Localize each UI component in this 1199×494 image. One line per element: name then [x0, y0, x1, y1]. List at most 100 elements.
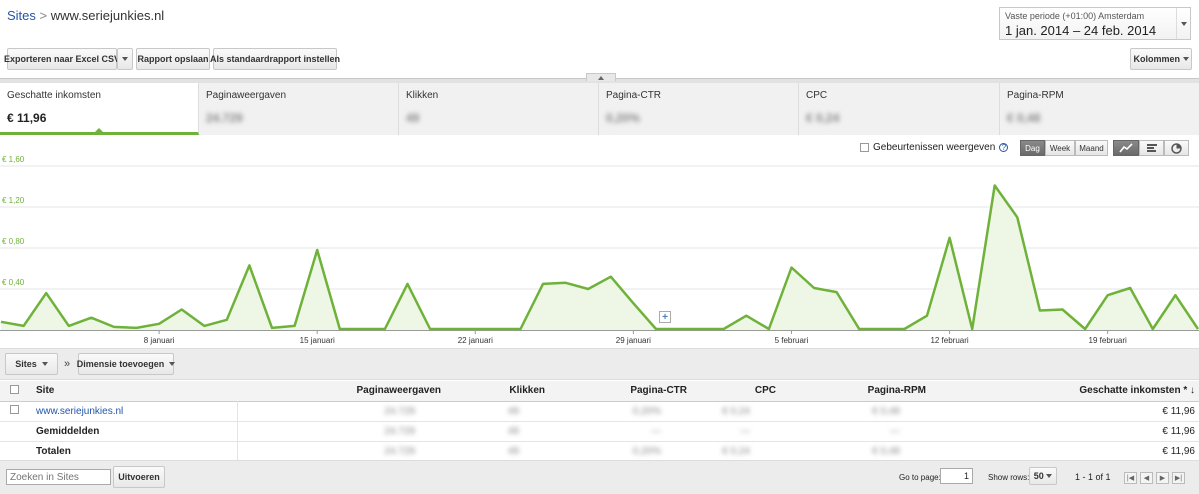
metric-tab-value: € 11,96 [7, 111, 47, 125]
cell-page-ctr: — [651, 425, 661, 437]
set-default-report-button[interactable]: Als standaardrapport instellen [210, 48, 340, 70]
granularity-day-button[interactable]: Dag [1020, 140, 1045, 156]
breadcrumb-current: www.seriejunkies.nl [50, 8, 165, 23]
cell-clicks: 49 [507, 405, 519, 417]
plus-icon: + [662, 311, 668, 323]
granularity-month-button[interactable]: Maand [1075, 140, 1108, 156]
chevron-down-icon [1182, 57, 1189, 61]
date-range-dropdown-icon[interactable] [1176, 8, 1190, 39]
sites-table: Site Paginaweergaven Klikken Pagina-CTR … [0, 381, 1199, 462]
cell-clicks: 49 [507, 425, 519, 437]
table-row-totals: Totalen 24.729 49 0,20% € 0,24 € 0,48 € … [0, 441, 1199, 461]
chevron-down-icon [169, 362, 176, 366]
chevron-down-icon [122, 57, 128, 61]
metric-tab-clicks[interactable]: Klikken 49 [399, 83, 599, 135]
metric-tab-estimated-earnings[interactable]: Geschatte inkomsten € 11,96 [0, 83, 199, 135]
y-axis-tick-label: € 1,20 [2, 196, 25, 205]
cell-clicks: 49 [507, 445, 519, 457]
cell-pageviews: 24.729 [384, 425, 415, 437]
run-search-label: Uitvoeren [118, 472, 160, 482]
add-dimension-label: Dimensie toevoegen [76, 359, 165, 369]
x-axis-tick-label: 15 januari [299, 336, 335, 345]
row-label: Gemiddelden [28, 421, 238, 441]
columns-button[interactable]: Kolommen [1130, 48, 1192, 70]
dimension-bar [0, 348, 1199, 380]
metric-tab-value: 24.729 [206, 111, 243, 125]
line-chart-view-button[interactable] [1113, 140, 1139, 156]
save-report-label: Rapport opslaan [137, 54, 209, 64]
first-page-button[interactable]: |◀ [1124, 472, 1137, 484]
next-page-icon: ▶ [1159, 475, 1166, 482]
x-axis-tick-label: 22 januari [457, 336, 493, 345]
cell-page-ctr: 0,20% [632, 445, 661, 457]
row-checkbox[interactable] [9, 405, 19, 414]
column-header-estimated-earnings[interactable]: Geschatte inkomsten * ↓ [930, 381, 1199, 401]
cell-page-ctr: 0,20% [632, 405, 661, 417]
show-rows-label: Show rows: [988, 473, 1030, 482]
granularity-week-button[interactable]: Week [1045, 140, 1075, 156]
cell-estimated-earnings: € 11,96 [1162, 405, 1195, 417]
row-select-cell [0, 401, 28, 421]
save-report-button[interactable]: Rapport opslaan [136, 48, 210, 70]
cell-cpc: — [740, 425, 750, 437]
cell-estimated-earnings: € 11,96 [1162, 425, 1195, 437]
y-axis-tick-label: € 0,40 [2, 278, 25, 287]
help-icon[interactable]: ? [999, 143, 1009, 152]
row-select-cell [0, 441, 28, 461]
cell-page-rpm: — [890, 425, 900, 437]
export-dropdown-button[interactable] [117, 48, 133, 70]
line-chart-icon [1119, 143, 1133, 153]
metric-tab-value: 0,20% [606, 111, 641, 125]
x-axis-tick-label: 12 februari [930, 336, 969, 345]
events-checkbox[interactable] [860, 143, 869, 152]
sites-dimension-button[interactable]: Sites [5, 353, 58, 375]
column-header-clicks[interactable]: Klikken [445, 381, 549, 401]
breadcrumb-root-link[interactable]: Sites [7, 8, 36, 23]
events-label: Gebeurtenissen weergeven [873, 142, 996, 153]
column-header-page-ctr[interactable]: Pagina-CTR [549, 381, 691, 401]
earnings-chart [0, 160, 1199, 350]
column-header-pageviews[interactable]: Paginaweergaven [237, 381, 445, 401]
metric-tab-pageviews[interactable]: Paginaweergaven 24.729 [199, 83, 399, 135]
annotation-add-marker[interactable]: + [659, 311, 671, 323]
pie-chart-icon [1171, 142, 1182, 154]
events-toggle[interactable]: Gebeurtenissen weergeven ? [860, 142, 1009, 153]
metric-tab-label: Paginaweergaven [206, 90, 287, 101]
previous-page-button[interactable]: ◀ [1140, 472, 1153, 484]
chevron-up-icon [598, 75, 604, 80]
y-axis-tick-label: € 1,60 [2, 155, 25, 164]
cell-page-rpm: € 0,48 [872, 405, 900, 417]
metric-tab-cpc[interactable]: CPC € 0,24 [799, 83, 1000, 135]
active-tab-pointer [94, 128, 104, 133]
select-all-checkbox[interactable] [9, 384, 19, 394]
metric-tab-page-rpm[interactable]: Pagina-RPM € 0,48 [1000, 83, 1199, 135]
column-header-cpc[interactable]: CPC [691, 381, 780, 401]
goto-page-input[interactable]: 1 [940, 468, 973, 484]
add-dimension-button[interactable]: Dimensie toevoegen [76, 353, 176, 375]
table-view-button[interactable] [1139, 140, 1164, 156]
collapse-handle[interactable] [586, 73, 616, 81]
column-header-site[interactable]: Site [28, 381, 237, 401]
site-link[interactable]: www.seriejunkies.nl [28, 401, 238, 421]
last-page-button[interactable]: ▶| [1172, 472, 1185, 484]
run-search-button[interactable]: Uitvoeren [113, 466, 165, 488]
previous-page-icon: ◀ [1143, 475, 1150, 482]
export-csv-button[interactable]: Exporteren naar Excel CSV [4, 48, 120, 70]
show-rows-value: 50 [1033, 471, 1044, 481]
y-axis-tick-label: € 0,80 [2, 237, 25, 246]
show-rows-select[interactable]: 50 [1029, 467, 1057, 485]
cell-cpc: € 0,24 [722, 445, 750, 457]
metric-tab-label: Geschatte inkomsten [7, 90, 101, 101]
cell-page-rpm: € 0,48 [872, 445, 900, 457]
search-sites-input[interactable] [6, 469, 111, 485]
pie-view-button[interactable] [1164, 140, 1189, 156]
x-axis-tick-label: 19 februari [1088, 336, 1127, 345]
metric-tab-value: € 0,24 [806, 111, 840, 125]
metric-tab-page-ctr[interactable]: Pagina-CTR 0,20% [599, 83, 799, 135]
sites-dimension-label: Sites [15, 359, 37, 369]
chevron-down-icon [1046, 474, 1053, 478]
table-row-averages: Gemiddelden 24.729 49 — — — € 11,96 [0, 421, 1199, 441]
column-header-page-rpm[interactable]: Pagina-RPM [780, 381, 930, 401]
date-range-picker[interactable]: Vaste periode (+01:00) Amsterdam 1 jan. … [999, 7, 1191, 40]
next-page-button[interactable]: ▶ [1156, 472, 1169, 484]
